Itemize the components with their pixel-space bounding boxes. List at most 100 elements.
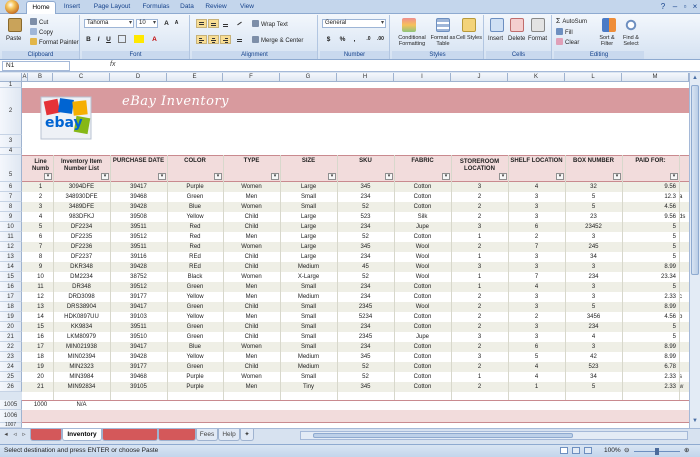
sheet-tab-help[interactable]: Help xyxy=(218,429,240,441)
cell-extra[interactable]: s xyxy=(679,372,689,382)
cell-paid[interactable]: 9.56 xyxy=(622,182,679,192)
fill-color-icon[interactable] xyxy=(134,35,144,43)
cell-sku[interactable]: 234 xyxy=(337,222,394,232)
cell-extra[interactable]: a xyxy=(679,192,689,202)
row-header[interactable]: 6 xyxy=(0,182,22,192)
column-header-b[interactable]: B xyxy=(28,73,53,82)
filter-dropdown-icon[interactable]: ▾ xyxy=(44,173,52,180)
filter-dropdown-icon[interactable]: ▾ xyxy=(442,173,450,180)
cell-shelf[interactable]: 5 xyxy=(508,352,565,362)
orientation-icon[interactable] xyxy=(234,19,245,28)
cell-n[interactable]: 17 xyxy=(28,342,53,352)
cell-shelf[interactable]: 4 xyxy=(508,282,565,292)
cell-box[interactable]: 234 xyxy=(565,272,622,282)
cell-size[interactable]: Medium xyxy=(280,362,337,372)
first-sheet-icon[interactable]: ◂ xyxy=(2,429,10,441)
cell-paid[interactable]: 5 xyxy=(622,222,679,232)
cell-sku[interactable]: 52 xyxy=(337,372,394,382)
cell-box[interactable]: 34 xyxy=(565,372,622,382)
sheet-tab-inventory[interactable]: Inventory xyxy=(62,429,102,441)
cell-type[interactable]: Women xyxy=(223,342,280,352)
cell-box[interactable]: 34 xyxy=(565,252,622,262)
cell-sku[interactable]: 52 xyxy=(337,362,394,372)
cell-n[interactable]: 1 xyxy=(28,182,53,192)
cell-fabric[interactable]: Cotton xyxy=(394,342,451,352)
cell-date[interactable]: 39417 xyxy=(110,182,167,192)
cell-box[interactable]: 23 xyxy=(565,212,622,222)
cell-paid[interactable]: 8.99 xyxy=(622,342,679,352)
cell-n[interactable]: 14 xyxy=(28,312,53,322)
font-color-icon[interactable]: A xyxy=(150,35,159,44)
column-header-f[interactable]: F xyxy=(223,73,280,82)
cell-extra[interactable] xyxy=(679,182,689,192)
zoom-out-icon[interactable]: ⊖ xyxy=(624,445,629,457)
column-header-k[interactable]: K xyxy=(508,73,565,82)
cell-store[interactable]: 3 xyxy=(451,352,508,362)
cell-box[interactable]: 4 xyxy=(565,332,622,342)
cell-date[interactable]: 39511 xyxy=(110,322,167,332)
cell-extra[interactable]: b xyxy=(679,312,689,322)
filter-dropdown-icon[interactable]: ▾ xyxy=(101,173,109,180)
cell-box[interactable]: 3 xyxy=(565,342,622,352)
row-header[interactable]: 11 xyxy=(0,232,22,242)
vertical-scroll-thumb[interactable] xyxy=(691,85,699,275)
cell-extra[interactable] xyxy=(679,202,689,212)
cell-store[interactable]: 2 xyxy=(451,382,508,392)
cell-store[interactable]: 2 xyxy=(451,342,508,352)
filter-dropdown-icon[interactable]: ▾ xyxy=(385,173,393,180)
cell-date[interactable]: 39103 xyxy=(110,312,167,322)
cell-size[interactable]: Large xyxy=(280,252,337,262)
cell-fabric[interactable]: Cotton xyxy=(394,352,451,362)
cell-paid[interactable]: 4.56 xyxy=(622,202,679,212)
filter-dropdown-icon[interactable]: ▾ xyxy=(271,173,279,180)
sheet-tab-fees[interactable]: Fees xyxy=(196,429,218,441)
select-all-corner[interactable] xyxy=(0,73,22,82)
cell-type[interactable]: Men xyxy=(223,352,280,362)
cell-size[interactable]: Small xyxy=(280,342,337,352)
row-header[interactable]: 16 xyxy=(0,282,22,292)
cell-type[interactable]: Women xyxy=(223,202,280,212)
cell-sku[interactable]: 234 xyxy=(337,292,394,302)
column-header-j[interactable]: J xyxy=(451,73,508,82)
cell-color[interactable]: Purple xyxy=(167,372,223,382)
cell-item[interactable]: 983DFKJ xyxy=(53,212,110,222)
cell-styles-button[interactable]: Cell Styles xyxy=(456,35,482,41)
cell-color[interactable]: Blue xyxy=(167,342,223,352)
total-item[interactable]: N/A xyxy=(53,400,110,410)
horizontal-scrollbar[interactable] xyxy=(300,431,688,440)
cell-item[interactable]: DKR348 xyxy=(53,262,110,272)
cell-color[interactable]: Yellow xyxy=(167,212,223,222)
cell-sku[interactable]: 345 xyxy=(337,182,394,192)
tab-home[interactable]: Home xyxy=(26,1,56,14)
column-header-d[interactable]: D xyxy=(110,73,167,82)
insert-button[interactable]: Insert xyxy=(488,35,503,43)
sort-filter-button[interactable]: Sort & Filter xyxy=(596,35,618,47)
function-icon[interactable]: fx xyxy=(110,61,115,68)
cell-date[interactable]: 39468 xyxy=(110,192,167,202)
cell-item[interactable]: MIN021938 xyxy=(53,342,110,352)
filter-dropdown-icon[interactable]: ▾ xyxy=(556,173,564,180)
font-name-select[interactable]: Tahoma xyxy=(84,19,134,28)
vertical-scrollbar[interactable]: ▲ ▼ xyxy=(689,73,700,428)
cell-fabric[interactable]: Cotton xyxy=(394,182,451,192)
wrap-text-button[interactable]: Wrap Text xyxy=(252,20,288,29)
minimize-icon[interactable]: – xyxy=(670,2,680,12)
filter-dropdown-icon[interactable]: ▾ xyxy=(328,173,336,180)
cell-fabric[interactable]: Wool xyxy=(394,262,451,272)
cell-item[interactable]: DRS38904 xyxy=(53,302,110,312)
cell-date[interactable]: 39417 xyxy=(110,342,167,352)
cell-paid[interactable]: 2.33 xyxy=(622,382,679,392)
cell-n[interactable]: 19 xyxy=(28,362,53,372)
cell-extra[interactable] xyxy=(679,262,689,272)
row-header[interactable]: 18 xyxy=(0,302,22,312)
cell-paid[interactable]: 4.56 xyxy=(622,312,679,322)
percent-button[interactable]: % xyxy=(338,35,347,44)
zoom-in-icon[interactable]: ⊕ xyxy=(684,445,689,457)
zoom-level[interactable]: 100% xyxy=(604,445,621,457)
cell-type[interactable]: Men xyxy=(223,192,280,202)
merge-center-button[interactable]: Merge & Center xyxy=(252,36,303,45)
row-header[interactable]: 8 xyxy=(0,202,22,212)
cell-store[interactable]: 2 xyxy=(451,242,508,252)
column-header-m[interactable]: M xyxy=(622,73,689,82)
cell-extra[interactable] xyxy=(679,272,689,282)
